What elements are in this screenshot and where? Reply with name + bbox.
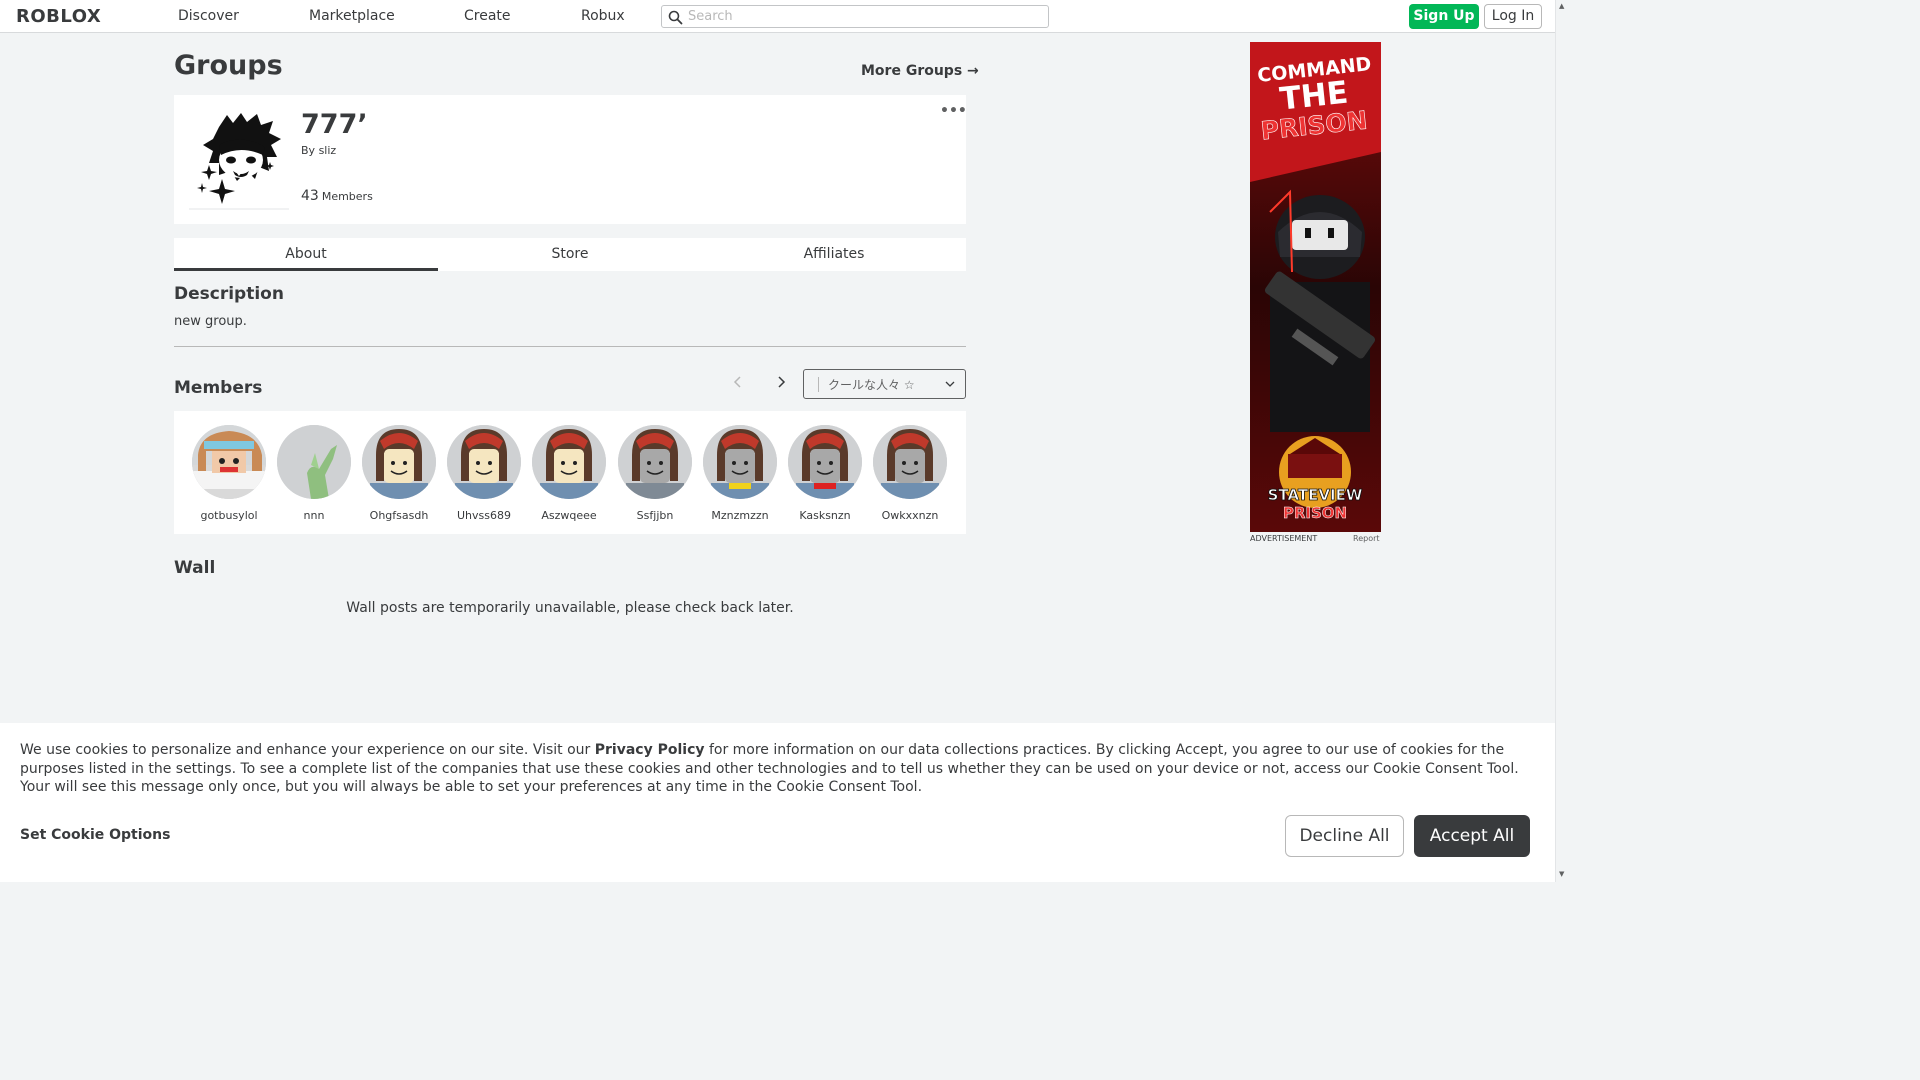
roblox-logo[interactable]: ROBLOX (16, 6, 101, 27)
member-name[interactable]: Aszwqeee (531, 509, 607, 522)
member-avatar[interactable] (532, 425, 606, 499)
members-prev-page-icon[interactable] (733, 374, 743, 393)
nav-discover[interactable]: Discover (178, 8, 239, 24)
member-avatar[interactable] (447, 425, 521, 499)
tab-affiliates[interactable]: Affiliates (702, 238, 966, 271)
section-divider (174, 346, 966, 347)
advertisement-label: ADVERTISEMENT (1250, 534, 1318, 543)
select-separator (818, 377, 819, 392)
cookie-text-start: We use cookies to personalize and enhanc… (20, 742, 595, 758)
member-name[interactable]: Kasksnzn (787, 509, 863, 522)
more-options-icon[interactable]: ••• (940, 103, 967, 119)
more-groups-link[interactable]: More Groups → (861, 63, 979, 79)
advertisement-banner[interactable]: COMMAND THE PRISON STATEVIEW PRISON (1250, 42, 1381, 532)
member-item[interactable]: Ohgfsasdh (361, 425, 437, 522)
member-name[interactable]: nnn (276, 509, 352, 522)
search-icon (668, 10, 683, 25)
owner-link[interactable]: sliz (319, 144, 337, 157)
member-item[interactable]: nnn (276, 425, 352, 522)
owner-prefix: By (301, 144, 316, 157)
member-avatar[interactable] (703, 425, 777, 499)
search-box (661, 5, 1049, 28)
member-name[interactable]: Ohgfsasdh (361, 509, 437, 522)
member-avatar[interactable] (277, 425, 351, 499)
ad-logo-2: PRISON (1283, 504, 1347, 522)
members-title: Members (174, 378, 263, 398)
cookie-message: We use cookies to personalize and enhanc… (20, 741, 1540, 797)
member-avatar[interactable] (618, 425, 692, 499)
member-avatar[interactable] (362, 425, 436, 499)
group-member-count: 43 Members (301, 188, 373, 204)
role-select-dropdown[interactable]: クールな人々 ☆ (803, 369, 966, 399)
wall-title: Wall (174, 558, 216, 578)
tab-about[interactable]: About (174, 238, 438, 271)
description-text: new group. (174, 314, 247, 329)
members-next-page-icon[interactable] (776, 374, 786, 393)
member-item[interactable]: gotbusylol (191, 425, 267, 522)
cookie-consent-banner: We use cookies to personalize and enhanc… (0, 723, 1555, 882)
member-name[interactable]: gotbusylol (191, 509, 267, 522)
log-in-button[interactable]: Log In (1484, 4, 1542, 29)
role-select-value: クールな人々 ☆ (828, 378, 915, 392)
top-nav-bar: ROBLOX Discover Marketplace Create Robux… (0, 0, 1568, 33)
member-avatar[interactable] (873, 425, 947, 499)
member-count-label: Members (321, 190, 373, 203)
group-header-card: 777’ By sliz 43 Members ••• (174, 95, 967, 224)
sign-up-button[interactable]: Sign Up (1409, 4, 1479, 29)
member-item[interactable]: Mznzmzzn (702, 425, 778, 522)
wall-unavailable-message: Wall posts are temporarily unavailable, … (346, 600, 794, 616)
nav-create[interactable]: Create (464, 8, 511, 24)
member-item[interactable]: Kasksnzn (787, 425, 863, 522)
ad-report-link[interactable]: Report (1353, 534, 1380, 543)
group-tabs: About Store Affiliates (174, 238, 966, 271)
page-title: Groups (174, 50, 283, 81)
group-name: 777’ (301, 109, 368, 140)
group-emblem-image (189, 105, 289, 210)
member-item[interactable]: Uhvss689 (446, 425, 522, 522)
tab-store[interactable]: Store (438, 238, 702, 271)
members-list: gotbusylol nnn Ohgfsasdh Uhvss689 Aszwqe… (174, 411, 966, 534)
member-item[interactable]: Ssfjjbn (617, 425, 693, 522)
page-scrollbar[interactable]: ▲ ▼ (1555, 0, 1568, 882)
set-cookie-options-link[interactable]: Set Cookie Options (20, 827, 170, 843)
member-item[interactable]: Aszwqeee (531, 425, 607, 522)
privacy-policy-link[interactable]: Privacy Policy (595, 742, 705, 758)
member-name[interactable]: Uhvss689 (446, 509, 522, 522)
member-name[interactable]: Ssfjjbn (617, 509, 693, 522)
accept-all-button[interactable]: Accept All (1414, 815, 1530, 857)
description-title: Description (174, 284, 284, 304)
member-avatar[interactable] (788, 425, 862, 499)
member-count-value: 43 (301, 188, 319, 204)
scroll-down-arrow-icon[interactable]: ▼ (1559, 870, 1564, 878)
member-avatar[interactable] (192, 425, 266, 499)
group-owner: By sliz (301, 144, 336, 157)
member-item[interactable]: Owkxxnzn (872, 425, 948, 522)
nav-marketplace[interactable]: Marketplace (309, 8, 395, 24)
search-input[interactable] (688, 7, 1043, 26)
member-name[interactable]: Owkxxnzn (872, 509, 948, 522)
decline-all-button[interactable]: Decline All (1285, 815, 1404, 857)
member-name[interactable]: Mznzmzzn (702, 509, 778, 522)
ad-logo-1: STATEVIEW (1268, 486, 1363, 504)
chevron-down-icon (945, 381, 955, 387)
scroll-up-arrow-icon[interactable]: ▲ (1559, 2, 1564, 10)
nav-robux[interactable]: Robux (581, 8, 625, 24)
